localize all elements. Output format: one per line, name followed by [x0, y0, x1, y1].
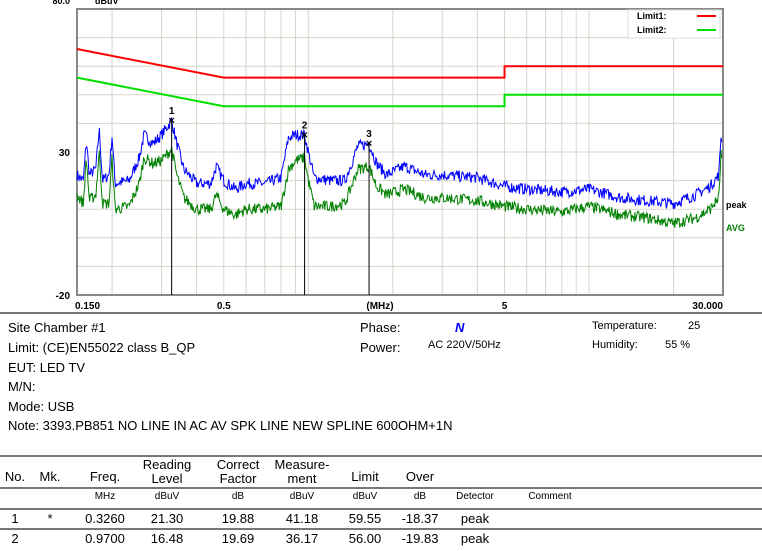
column-header: Correct Factor: [216, 457, 260, 486]
column-header: Reading Level: [142, 457, 192, 486]
emission-chart: 80.0 dBuV 30 -20 0.150 0.5 (MHz) 5 30.000 Limit1:…: [52, 0, 748, 312]
phase-label: Phase:: [360, 320, 401, 335]
series-label: peak: [726, 200, 748, 210]
table-border: [0, 508, 762, 510]
unit-label: MHz: [94, 491, 116, 502]
limit-text: Limit: (CE)EN55022 class B_QP: [8, 340, 196, 355]
column-header: Limit: [351, 469, 379, 484]
humidity-value: 55 %: [665, 339, 691, 351]
limit-line: [76, 48, 723, 79]
trace-avg: [76, 146, 723, 229]
y-tick-label: -20: [56, 291, 71, 302]
marker-label: 3: [366, 129, 372, 140]
table-cell: 19.88: [221, 511, 255, 526]
table-cell: 59.55: [348, 511, 382, 526]
table-cell: peak: [460, 511, 490, 526]
y-tick-label: 30: [59, 148, 71, 159]
table-cell: -19.83: [401, 531, 439, 546]
table-border: [0, 487, 762, 489]
table-cell: *: [47, 511, 53, 526]
column-header: Freq.: [89, 469, 121, 484]
power-label: Power:: [360, 340, 401, 355]
x-tick-label: 30.000: [692, 301, 723, 312]
unit-label: Detector: [456, 491, 494, 502]
divider: [0, 312, 762, 314]
temperature-value: 25: [688, 320, 701, 332]
marker-label: 2: [302, 120, 308, 131]
y-top-label: 80.0: [52, 0, 70, 6]
phase-value: N: [455, 320, 465, 335]
unit-label: dBuV: [154, 491, 180, 502]
table-cell: 21.30: [150, 511, 184, 526]
table-cell: 36.17: [285, 531, 319, 546]
table-border: [0, 528, 762, 530]
x-tick-label: (MHz): [366, 301, 393, 312]
unit-label: dB: [413, 491, 427, 502]
marker-label: 1: [169, 106, 175, 117]
power-value: AC 220V/50Hz: [428, 339, 501, 351]
table-cell: 41.18: [285, 511, 319, 526]
mode-text: Mode: USB: [8, 399, 75, 414]
eut-text: EUT: LED TV: [8, 360, 86, 375]
legend-label: Limit1:: [637, 11, 667, 21]
site-text: Site Chamber #1: [8, 320, 106, 335]
legend-label: Limit2:: [637, 25, 667, 35]
column-header: Over: [405, 469, 435, 484]
unit-label: dBuV: [289, 491, 315, 502]
series-label: AVG: [726, 223, 745, 233]
temperature-label: Temperature:: [592, 320, 657, 332]
humidity-label: Humidity:: [592, 339, 638, 351]
note-text: Note: 3393.PB851 NO LINE IN AC AV SPK LI…: [8, 418, 453, 433]
table-cell: 19.69: [221, 531, 255, 546]
unit-label: dB: [231, 491, 245, 502]
table-cell: peak: [460, 531, 490, 546]
table-cell: 56.00: [348, 531, 382, 546]
table-cell: -18.37: [401, 511, 439, 526]
limit-line: [76, 76, 723, 108]
x-tick-label: 0.150: [75, 301, 100, 312]
y-axis-unit: dBuV: [95, 0, 119, 6]
column-header: Measure- ment: [274, 457, 330, 486]
x-tick-label: 5: [502, 301, 508, 312]
table-cell: 2: [11, 531, 19, 546]
table-border: [0, 455, 762, 457]
table-cell: 0.9700: [85, 531, 125, 546]
table-cell: 16.48: [150, 531, 184, 546]
unit-label: dBuV: [352, 491, 378, 502]
column-header: Mk.: [39, 469, 61, 484]
unit-label: Comment: [528, 491, 572, 502]
table-cell: 0.3260: [85, 511, 125, 526]
x-tick-label: 0.5: [217, 301, 231, 312]
mn-text: M/N:: [8, 379, 36, 394]
